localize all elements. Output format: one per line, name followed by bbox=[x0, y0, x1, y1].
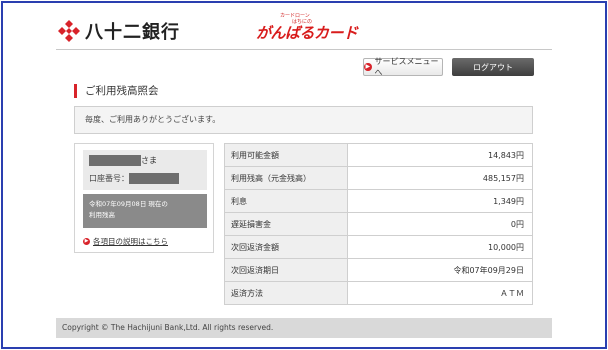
arrow-circle-icon: ▶ bbox=[364, 63, 372, 71]
row-label: 利息 bbox=[224, 189, 348, 213]
table-row: 返済方法 ＡＴＭ bbox=[224, 281, 533, 305]
row-value: ＡＴＭ bbox=[347, 281, 533, 305]
balance-table: 利用可能金額 14,843円 利用残高（元金残高） 485,157円 利息 1,… bbox=[224, 143, 533, 305]
table-row: 利用残高（元金残高） 485,157円 bbox=[224, 166, 533, 190]
page-title: ご利用残高照会 bbox=[74, 84, 159, 98]
balance-caption: 利用残高 bbox=[89, 211, 115, 219]
site-header: 八十二銀行 カードローン はちにの がんばるカード bbox=[56, 10, 552, 50]
card-logo: カードローン はちにの がんばるカード bbox=[256, 12, 358, 44]
logout-label: ログアウト bbox=[473, 62, 513, 72]
site-footer: Copyright © The Hachijuni Bank,Ltd. All … bbox=[56, 318, 552, 338]
row-label: 利用残高（元金残高） bbox=[224, 166, 348, 190]
table-row: 次回返済金額 10,000円 bbox=[224, 235, 533, 259]
bank-logo[interactable]: 八十二銀行 bbox=[58, 18, 180, 44]
row-value: 485,157円 bbox=[347, 166, 533, 190]
row-label: 次回返済期日 bbox=[224, 258, 348, 282]
row-value: 14,843円 bbox=[347, 143, 533, 167]
row-label: 遅延損害金 bbox=[224, 212, 348, 236]
table-row: 利用可能金額 14,843円 bbox=[224, 143, 533, 167]
row-value: 1,349円 bbox=[347, 189, 533, 213]
account-number-label: 口座番号： bbox=[89, 174, 129, 183]
table-row: 遅延損害金 0円 bbox=[224, 212, 533, 236]
balance-date: 令和07年09月08日 現在の bbox=[89, 200, 168, 208]
name-suffix: さま bbox=[141, 156, 157, 165]
account-info: さま 口座番号： bbox=[83, 150, 207, 190]
help-link[interactable]: ▶ 各項目の説明はこちら bbox=[83, 236, 168, 247]
row-label: 利用可能金額 bbox=[224, 143, 348, 167]
logout-button[interactable]: ログアウト bbox=[452, 58, 534, 76]
account-number-row: 口座番号： bbox=[89, 172, 201, 185]
bank-logo-icon bbox=[58, 20, 80, 42]
redacted-name bbox=[89, 155, 141, 166]
greeting-message: 毎度、ご利用ありがとうございます。 bbox=[74, 106, 533, 134]
arrow-circle-icon: ▶ bbox=[83, 238, 90, 245]
row-label: 返済方法 bbox=[224, 281, 348, 305]
row-value: 0円 bbox=[347, 212, 533, 236]
help-link-label: 各項目の説明はこちら bbox=[93, 237, 168, 246]
row-value: 10,000円 bbox=[347, 235, 533, 259]
service-menu-button[interactable]: ▶ サービスメニューへ bbox=[363, 57, 443, 77]
table-row: 利息 1,349円 bbox=[224, 189, 533, 213]
balance-as-of: 令和07年09月08日 現在の 利用残高 bbox=[83, 194, 207, 228]
card-logo-name: がんばるカード bbox=[256, 24, 358, 42]
bank-name: 八十二銀行 bbox=[85, 22, 180, 43]
table-row: 次回返済期日 令和07年09月29日 bbox=[224, 258, 533, 282]
account-holder-row: さま bbox=[89, 154, 201, 167]
redacted-account-number bbox=[129, 173, 179, 184]
row-label: 次回返済金額 bbox=[224, 235, 348, 259]
service-menu-label: サービスメニューへ bbox=[374, 57, 439, 77]
copyright-text: Copyright © The Hachijuni Bank,Ltd. All … bbox=[62, 323, 274, 332]
account-panel: さま 口座番号： 令和07年09月08日 現在の 利用残高 ▶ 各項目の説明はこ… bbox=[74, 143, 214, 253]
row-value: 令和07年09月29日 bbox=[347, 258, 533, 282]
